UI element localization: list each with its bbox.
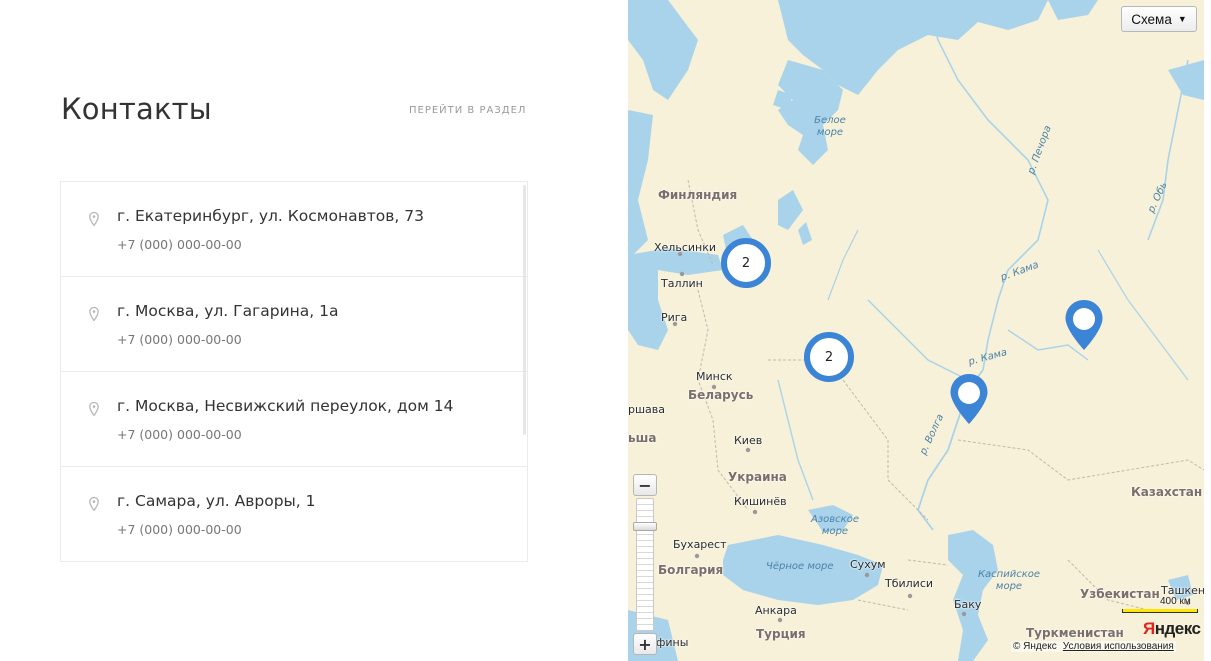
map-label-azov-sea: Азовское море xyxy=(811,514,859,537)
map-label-black-sea: Чёрное море xyxy=(766,561,834,572)
zoom-out-button[interactable]: − xyxy=(633,474,657,496)
zoom-control: − + xyxy=(633,474,657,655)
contacts-scrollbar[interactable] xyxy=(523,185,526,435)
contacts-list: г. Екатеринбург, ул. Космонавтов, 73 +7 … xyxy=(60,181,528,562)
map-label-minsk: Минск xyxy=(696,370,733,383)
contact-phone: +7 (000) 000-00-00 xyxy=(117,427,242,442)
map-cluster-marker[interactable]: 2 xyxy=(721,238,771,288)
map-label-poland: ьша xyxy=(628,431,657,445)
contact-address: г. Москва, Несвижский переулок, дом 14 xyxy=(117,397,454,415)
contact-phone: +7 (000) 000-00-00 xyxy=(117,522,242,537)
map-scale-label: 400 км xyxy=(1160,596,1191,607)
map-label-turkey: Турция xyxy=(756,627,806,641)
map-layer-button[interactable]: Схема ▼ xyxy=(1121,6,1197,32)
map-layer-label: Схема xyxy=(1131,11,1172,27)
contact-address: г. Самара, ул. Авроры, 1 xyxy=(117,492,316,510)
contact-address: г. Екатеринбург, ул. Космонавтов, 73 xyxy=(117,207,424,225)
zoom-slider-track[interactable] xyxy=(636,498,654,631)
map-copyright: © Яндекс Условия использования xyxy=(1011,641,1176,652)
contact-phone: +7 (000) 000-00-00 xyxy=(117,332,242,347)
map-label-uzbekistan: Узбекистан xyxy=(1080,587,1160,601)
map-label-baku: Баку xyxy=(954,598,982,611)
map-label-warsaw: ршава xyxy=(628,403,666,416)
map-label-finland: Финляндия xyxy=(658,188,738,202)
map-label-chisinau: Кишинёв xyxy=(734,495,787,508)
map-label-bulgaria: Болгария xyxy=(658,563,724,577)
caret-down-icon: ▼ xyxy=(1177,14,1187,24)
yandex-logo[interactable]: Яндекс xyxy=(1143,619,1201,639)
map-pin-marker[interactable] xyxy=(948,372,990,426)
contact-item[interactable]: г. Москва, ул. Гагарина, 1а +7 (000) 000… xyxy=(61,277,527,372)
page-title: Контакты xyxy=(61,92,212,126)
page: Контакты ПЕРЕЙТИ В РАЗДЕЛ г. Екатеринбур… xyxy=(0,0,1211,661)
map[interactable]: Финляндия Хельсинки Таллин Рига Минск Бе… xyxy=(628,0,1204,661)
goto-section-link[interactable]: ПЕРЕЙТИ В РАЗДЕЛ xyxy=(409,105,526,116)
map-label-caspian-sea: Каспийское море xyxy=(977,569,1041,592)
map-label-bucharest: Бухарест xyxy=(673,538,727,551)
plus-icon: + xyxy=(638,634,652,654)
map-label-turkmenistan: Туркменистан xyxy=(1026,626,1124,640)
contact-item[interactable]: г. Екатеринбург, ул. Космонавтов, 73 +7 … xyxy=(61,182,527,277)
map-label-helsinki: Хельсинки xyxy=(654,241,716,254)
contact-address: г. Москва, ул. Гагарина, 1а xyxy=(117,302,339,320)
map-label-tallinn: Таллин xyxy=(661,277,703,290)
map-label-riga: Рига xyxy=(661,311,688,324)
map-label-tbilisi: Тбилиси xyxy=(885,577,934,590)
contact-item[interactable]: г. Москва, Несвижский переулок, дом 14 +… xyxy=(61,372,527,467)
map-label-white-sea: Белое море xyxy=(814,115,846,138)
minus-icon: − xyxy=(638,475,652,495)
location-pin-icon xyxy=(89,212,99,226)
location-pin-icon xyxy=(89,307,99,321)
map-pin-marker[interactable] xyxy=(1063,298,1105,352)
map-label-kazakhstan: Казахстан xyxy=(1131,485,1203,499)
location-pin-icon xyxy=(89,497,99,511)
location-pin-icon xyxy=(89,402,99,416)
map-label-sofia: фины xyxy=(656,636,689,649)
contact-item[interactable]: г. Самара, ул. Авроры, 1 +7 (000) 000-00… xyxy=(61,467,527,562)
zoom-in-button[interactable]: + xyxy=(633,633,657,655)
map-label-sukhum: Сухум xyxy=(850,558,886,571)
map-scale-bar xyxy=(1122,609,1198,613)
map-label-kiev: Киев xyxy=(734,434,763,447)
contact-phone: +7 (000) 000-00-00 xyxy=(117,237,242,252)
map-label-belarus: Беларусь xyxy=(688,388,754,402)
map-label-ukraine: Украина xyxy=(728,470,787,484)
zoom-slider-thumb[interactable] xyxy=(633,522,657,531)
terms-of-use-link[interactable]: Условия использования xyxy=(1063,641,1174,652)
map-label-ankara: Анкара xyxy=(755,604,797,617)
map-base xyxy=(628,0,1204,661)
map-cluster-marker[interactable]: 2 xyxy=(804,332,854,382)
